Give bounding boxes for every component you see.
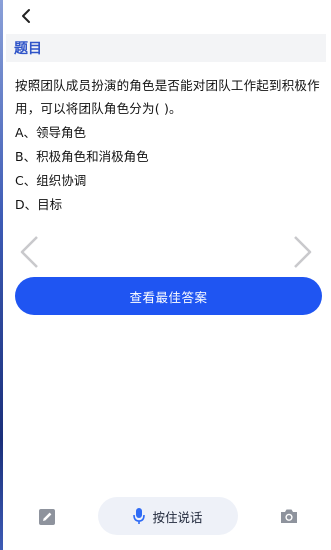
question-text: 按照团队成员扮演的角色是否能对团队工作起到积极作用，可以将团队角色分为( )。 [15, 78, 320, 116]
previous-question-button[interactable] [16, 234, 42, 270]
next-question-button[interactable] [290, 234, 316, 270]
hold-to-talk-button[interactable]: 按住说话 [98, 497, 238, 535]
view-best-answer-label: 查看最佳答案 [129, 289, 208, 305]
option-b[interactable]: B、积极角色和消极角色 [15, 146, 149, 165]
microphone-icon [133, 508, 146, 524]
hold-to-talk-label: 按住说话 [152, 509, 203, 525]
section-header: 题目 [6, 34, 326, 62]
view-best-answer-button[interactable]: 查看最佳答案 [15, 277, 322, 315]
camera-icon[interactable] [279, 507, 299, 525]
section-title: 题目 [14, 41, 42, 57]
option-d[interactable]: D、目标 [15, 194, 62, 213]
question-page: 题目 按照团队成员扮演的角色是否能对团队工作起到积极作用，可以将团队角色分为( … [0, 0, 331, 550]
bottom-toolbar: 按住说话 [0, 492, 331, 542]
background-edge [0, 0, 3, 550]
option-a[interactable]: A、领导角色 [15, 122, 86, 141]
option-c[interactable]: C、组织协调 [15, 170, 86, 189]
back-button[interactable] [14, 4, 38, 28]
edit-icon[interactable] [38, 508, 56, 526]
chevron-left-icon [22, 9, 30, 23]
